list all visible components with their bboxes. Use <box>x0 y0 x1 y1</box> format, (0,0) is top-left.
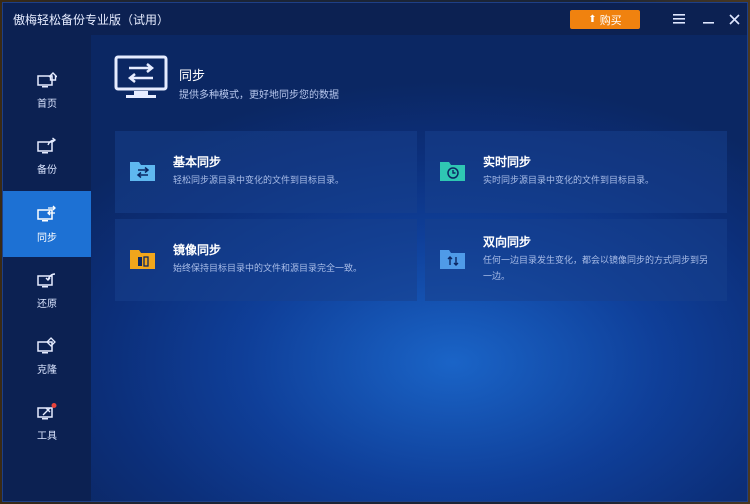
sync-monitor-icon <box>114 55 168 98</box>
app-window: 傲梅轻松备份专业版（试用） ⬆ 购买 首页 备份 同步 还原 克隆 工具 同步 … <box>2 2 748 502</box>
sidebar-item-restore[interactable]: 还原 <box>3 257 91 323</box>
home-icon <box>37 71 57 87</box>
basic-sync-folder-icon <box>130 162 155 181</box>
sidebar-item-label: 克隆 <box>37 364 57 376</box>
minimize-icon[interactable] <box>698 9 718 29</box>
title-bar: 傲梅轻松备份专业版（试用） ⬆ 购买 <box>3 3 747 35</box>
sidebar-item-clone[interactable]: 克隆 <box>3 323 91 389</box>
card-description: 轻松同步源目录中变化的文件到目标目录。 <box>173 176 345 186</box>
sync-icon <box>37 205 56 221</box>
restore-icon <box>37 272 56 287</box>
upload-arrow-icon: ⬆ <box>588 14 597 25</box>
card-title: 双向同步 <box>483 235 532 249</box>
sidebar-item-label: 还原 <box>37 298 57 310</box>
menu-icon[interactable] <box>669 9 689 29</box>
sidebar-item-label: 备份 <box>37 164 57 176</box>
main-panel: 同步 提供多种模式，更好地同步您的数据 基本同步 轻松同步源目录中变化的文件到目… <box>91 35 747 501</box>
realtime-sync-folder-icon <box>440 162 465 181</box>
buy-button-label: 购买 <box>599 13 622 27</box>
window-title: 傲梅轻松备份专业版（试用） <box>13 13 170 27</box>
sidebar-item-tools[interactable]: 工具 <box>3 389 91 455</box>
clone-icon <box>37 336 56 353</box>
mirror-sync-card[interactable]: 镜像同步 始终保持目标目录中的文件和源目录完全一致。 <box>115 219 417 301</box>
sidebar-item-label: 首页 <box>37 98 57 110</box>
card-title: 镜像同步 <box>173 243 222 257</box>
two-way-sync-folder-icon <box>440 250 465 269</box>
sidebar: 首页 备份 同步 还原 克隆 工具 <box>3 35 91 501</box>
sidebar-item-label: 同步 <box>37 232 57 244</box>
card-description: 任何一边目录发生变化，都会以镜像同步的方式同步到另一边。 <box>483 256 709 282</box>
sidebar-item-home[interactable]: 首页 <box>3 57 91 123</box>
page-title: 同步 <box>179 69 206 84</box>
backup-icon <box>37 136 57 153</box>
tools-icon <box>37 402 57 419</box>
sidebar-item-sync[interactable]: 同步 <box>3 191 91 257</box>
card-title: 基本同步 <box>173 155 222 169</box>
buy-button[interactable]: ⬆ 购买 <box>570 10 640 29</box>
card-description: 实时同步源目录中变化的文件到目标目录。 <box>483 176 655 186</box>
two-way-sync-card[interactable]: 双向同步 任何一边目录发生变化，都会以镜像同步的方式同步到另一边。 <box>425 219 727 301</box>
sidebar-item-backup[interactable]: 备份 <box>3 123 91 189</box>
card-title: 实时同步 <box>483 155 532 169</box>
page-subtitle: 提供多种模式，更好地同步您的数据 <box>179 90 339 101</box>
card-description: 始终保持目标目录中的文件和源目录完全一致。 <box>173 264 363 274</box>
mirror-sync-folder-icon <box>130 250 155 269</box>
realtime-sync-card[interactable]: 实时同步 实时同步源目录中变化的文件到目标目录。 <box>425 131 727 213</box>
close-icon[interactable] <box>724 9 744 29</box>
sidebar-item-label: 工具 <box>37 430 57 442</box>
basic-sync-card[interactable]: 基本同步 轻松同步源目录中变化的文件到目标目录。 <box>115 131 417 213</box>
